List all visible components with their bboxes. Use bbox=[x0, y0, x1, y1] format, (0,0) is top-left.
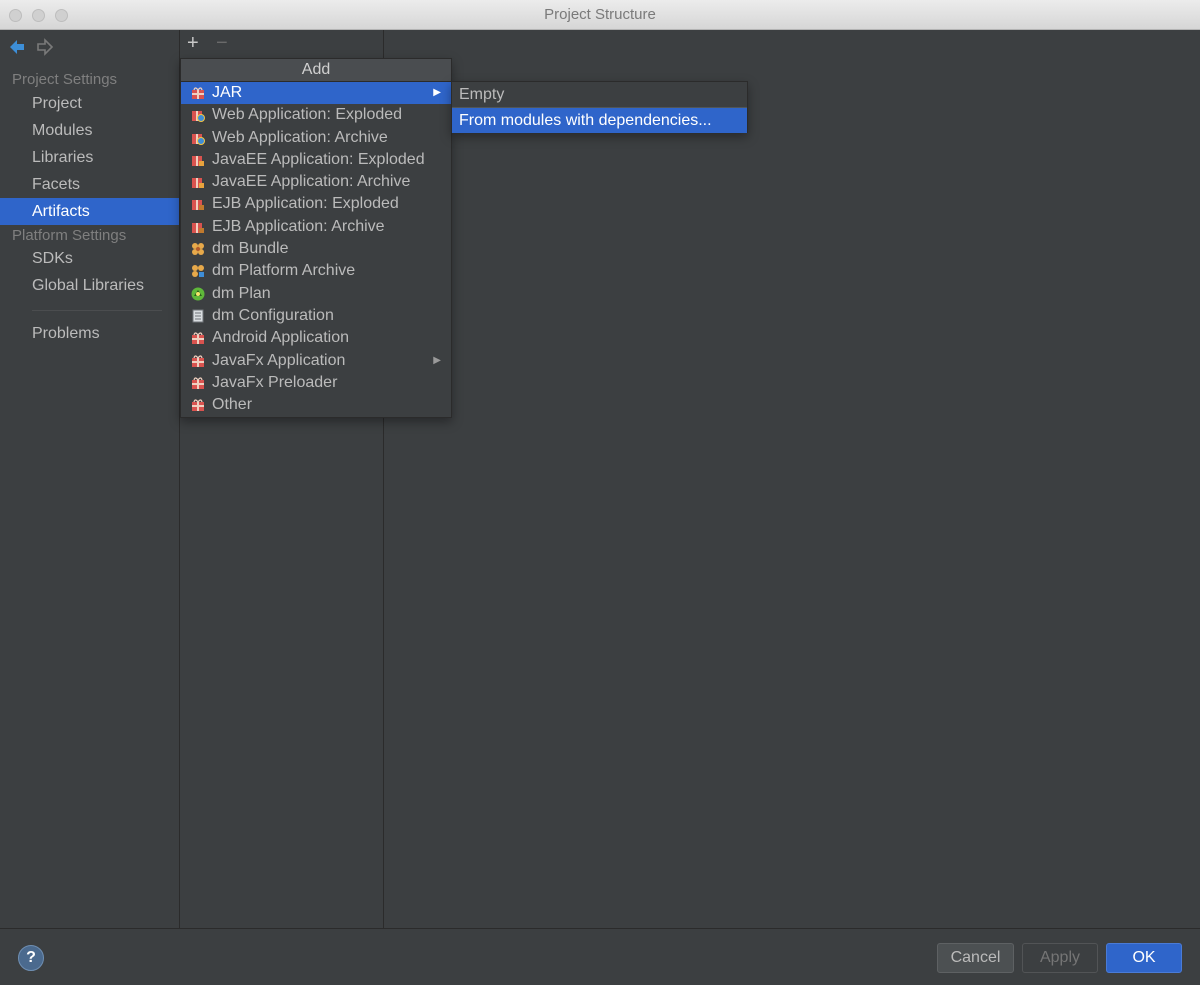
menu-item-ejb-exploded[interactable]: EJB Application: Exploded bbox=[181, 193, 451, 215]
dm-platform-icon bbox=[192, 265, 204, 278]
web-app-icon bbox=[192, 133, 205, 145]
menu-item-dm-platform-archive[interactable]: dm Platform Archive bbox=[181, 260, 451, 282]
jar-gift-icon bbox=[192, 87, 204, 99]
apply-button[interactable]: Apply bbox=[1022, 943, 1098, 973]
sidebar-item-facets[interactable]: Facets bbox=[0, 171, 179, 198]
menu-item-android-application[interactable]: Android Application bbox=[181, 327, 451, 349]
sidebar: Project Settings Project Modules Librari… bbox=[0, 30, 180, 928]
menu-item-javaee-exploded[interactable]: JavaEE Application: Exploded bbox=[181, 149, 451, 171]
web-app-icon bbox=[192, 111, 205, 123]
menu-item-jar[interactable]: JAR ▶ bbox=[181, 82, 451, 105]
menu-item-label: dm Plan bbox=[212, 284, 271, 302]
sidebar-divider bbox=[32, 310, 162, 311]
sidebar-item-artifacts[interactable]: Artifacts bbox=[0, 198, 179, 225]
javafx-gift-icon bbox=[192, 354, 204, 367]
window-title: Project Structure bbox=[544, 6, 656, 23]
menu-item-dm-configuration[interactable]: dm Configuration bbox=[181, 305, 451, 327]
menu-item-javaee-archive[interactable]: JavaEE Application: Archive bbox=[181, 171, 451, 193]
menu-item-label: dm Platform Archive bbox=[212, 262, 356, 280]
menu-item-label: dm Configuration bbox=[212, 306, 334, 324]
sidebar-item-global-libraries[interactable]: Global Libraries bbox=[0, 272, 179, 299]
cancel-button[interactable]: Cancel bbox=[937, 943, 1014, 973]
submenu-item-empty[interactable]: Empty bbox=[452, 82, 747, 107]
sidebar-item-libraries[interactable]: Libraries bbox=[0, 144, 179, 171]
menu-item-label: JavaFx Preloader bbox=[212, 373, 338, 391]
dm-bundle-icon bbox=[192, 243, 204, 256]
menu-item-javafx-application[interactable]: JavaFx Application ▶ bbox=[181, 350, 451, 372]
dm-config-icon bbox=[192, 309, 204, 323]
platform-settings-header: Platform Settings bbox=[12, 227, 127, 244]
submenu-arrow-icon: ▶ bbox=[433, 87, 441, 98]
other-gift-icon bbox=[192, 399, 204, 412]
dm-plan-icon bbox=[191, 287, 205, 301]
submenu-item-from-modules[interactable]: From modules with dependencies... bbox=[452, 108, 747, 133]
menu-item-label: Web Application: Archive bbox=[212, 128, 388, 146]
menu-item-dm-plan[interactable]: dm Plan bbox=[181, 283, 451, 305]
remove-artifact-button[interactable]: − bbox=[216, 32, 228, 54]
menu-item-other[interactable]: Other bbox=[181, 394, 451, 416]
javaee-icon bbox=[192, 155, 204, 166]
jar-submenu: Empty From modules with dependencies... bbox=[451, 81, 748, 133]
add-menu-header: Add bbox=[181, 59, 451, 82]
add-artifact-menu: Add JAR ▶ Web Application: Exploded Web … bbox=[180, 58, 452, 418]
sidebar-item-modules[interactable]: Modules bbox=[0, 117, 179, 144]
menu-item-ejb-archive[interactable]: EJB Application: Archive bbox=[181, 216, 451, 238]
menu-item-dm-bundle[interactable]: dm Bundle bbox=[181, 238, 451, 260]
menu-item-javafx-preloader[interactable]: JavaFx Preloader bbox=[181, 372, 451, 394]
forward-arrow-icon[interactable] bbox=[36, 38, 54, 56]
nav-arrows bbox=[8, 38, 60, 56]
menu-item-label: dm Bundle bbox=[212, 240, 289, 258]
menu-item-label: Web Application: Exploded bbox=[212, 106, 403, 124]
ejb-icon bbox=[192, 222, 204, 233]
menu-item-label: JavaFx Application bbox=[212, 351, 346, 369]
dialog-footer bbox=[0, 928, 1200, 985]
menu-item-label: EJB Application: Archive bbox=[212, 217, 385, 235]
project-settings-header: Project Settings bbox=[12, 71, 118, 88]
sidebar-item-sdks[interactable]: SDKs bbox=[0, 245, 179, 272]
menu-item-label: EJB Application: Exploded bbox=[212, 195, 399, 213]
javaee-icon bbox=[192, 178, 204, 189]
sidebar-item-problems[interactable]: Problems bbox=[0, 320, 179, 347]
ok-button[interactable]: OK bbox=[1106, 943, 1182, 973]
title-bar: Project Structure bbox=[0, 0, 1200, 30]
menu-item-web-app-archive[interactable]: Web Application: Archive bbox=[181, 127, 451, 149]
menu-item-web-app-exploded[interactable]: Web Application: Exploded bbox=[181, 104, 451, 126]
javafx-preloader-icon bbox=[192, 377, 204, 389]
help-icon[interactable]: ? bbox=[18, 945, 44, 971]
menu-item-label: JavaEE Application: Archive bbox=[212, 173, 411, 191]
add-artifact-button[interactable]: + bbox=[187, 32, 199, 54]
menu-item-label: Android Application bbox=[212, 329, 349, 347]
menu-item-label: JavaEE Application: Exploded bbox=[212, 150, 425, 168]
ejb-icon bbox=[192, 200, 204, 211]
android-gift-icon bbox=[192, 332, 204, 345]
submenu-arrow-icon: ▶ bbox=[433, 354, 441, 366]
sidebar-item-project[interactable]: Project bbox=[0, 90, 179, 117]
menu-item-label: JAR bbox=[212, 84, 243, 101]
menu-item-label: Other bbox=[212, 396, 253, 414]
back-arrow-icon[interactable] bbox=[8, 38, 26, 56]
